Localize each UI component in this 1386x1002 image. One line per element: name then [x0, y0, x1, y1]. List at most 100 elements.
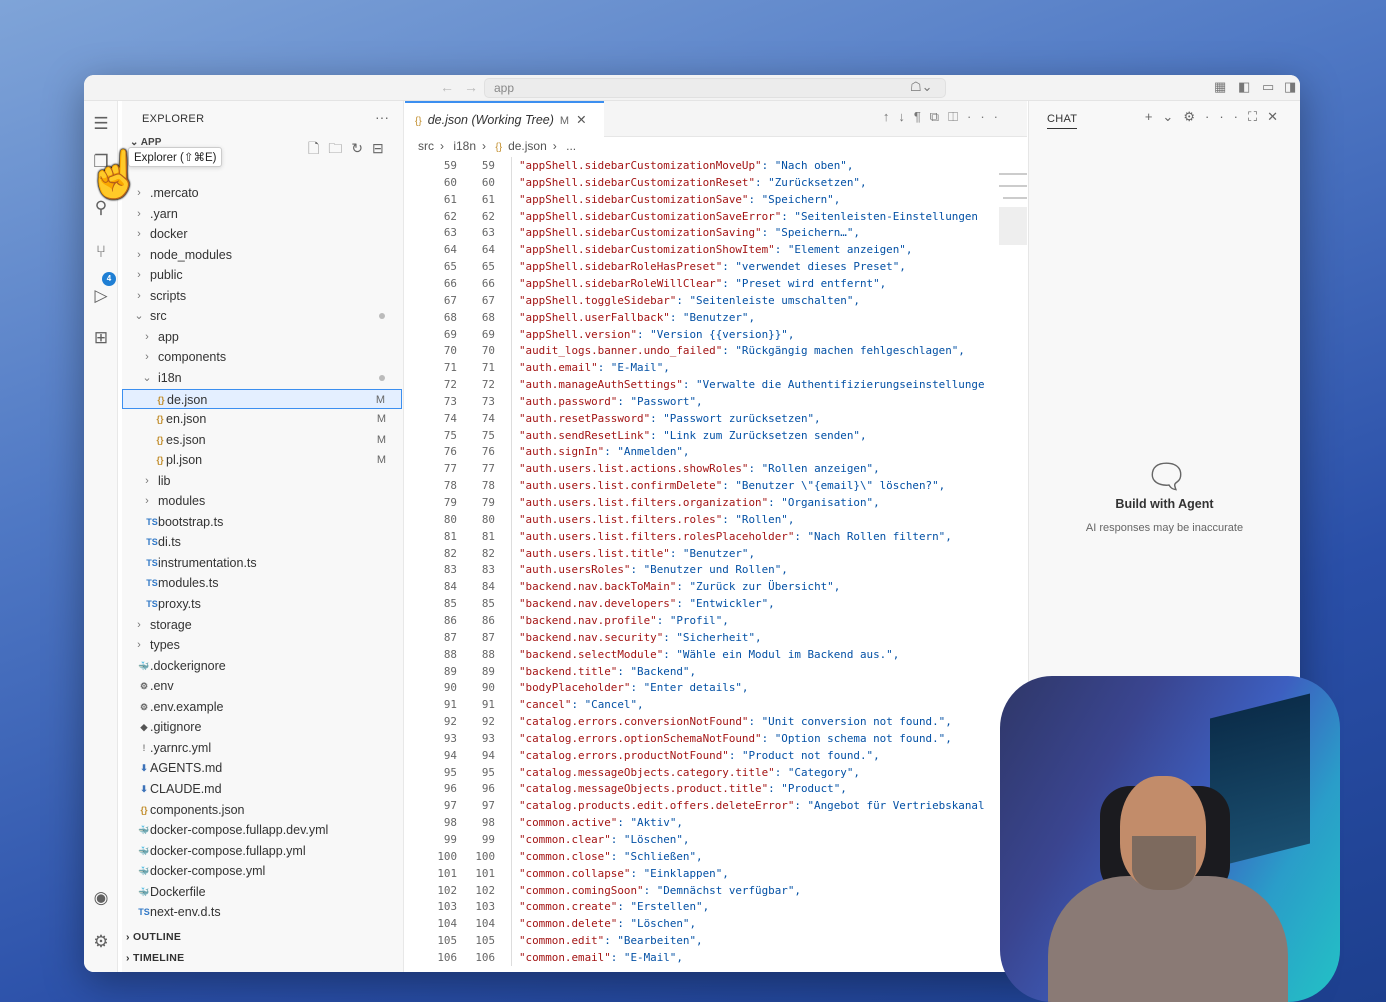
code-line[interactable]: 60 60 "appShell.sidebarCustomizationReset"…	[405, 173, 1025, 191]
tree-item-yarn[interactable]: › .yarn	[122, 204, 402, 224]
tree-item-en-json[interactable]: {} en.json M	[122, 409, 402, 429]
tree-item-i18n[interactable]: ⌄ i18n	[122, 368, 402, 388]
code-line[interactable]: 73 73 "auth.password": "Passwort",	[405, 392, 1025, 410]
code-line[interactable]: 80 80 "auth.users.list.filters.roles": "Ro…	[405, 510, 1025, 528]
code-line[interactable]: 82 82 "auth.users.list.title": "Benutzer",	[405, 544, 1025, 562]
toggle-sidebar-icon[interactable]: ◧	[1238, 79, 1250, 95]
toggle-whitespace-icon[interactable]: ¶	[914, 109, 930, 124]
code-line[interactable]: 86 86 "backend.nav.profile": "Profil",	[405, 611, 1025, 629]
code-line[interactable]: 102 102 "common.comingSoon": "Demnächst ve…	[405, 881, 1025, 899]
tree-item-gitignore[interactable]: ◆ .gitignore	[122, 717, 402, 737]
chat-more-icon[interactable]: ···	[1205, 109, 1248, 124]
toggle-secondary-sidebar-icon[interactable]: ◨	[1284, 79, 1296, 95]
tree-item-scripts[interactable]: › scripts	[122, 286, 402, 306]
code-line[interactable]: 88 88 "backend.selectModule": "Wähle ein M…	[405, 645, 1025, 663]
new-folder-icon[interactable]: 🗀	[328, 140, 351, 156]
code-line[interactable]: 97 97 "catalog.products.edit.offers.delete…	[405, 797, 1025, 815]
code-line[interactable]: 94 94 "catalog.errors.productNotFound": "P…	[405, 746, 1025, 764]
code-line[interactable]: 63 63 "appShell.sidebarCustomizationSaving…	[405, 224, 1025, 242]
code-line[interactable]: 78 78 "auth.users.list.confirmDelete": "Be…	[405, 477, 1025, 495]
tree-item-dockerignore[interactable]: 🐳 .dockerignore	[122, 656, 402, 676]
code-line[interactable]: 96 96 "catalog.messageObjects.product.titl…	[405, 780, 1025, 798]
run-debug-icon[interactable]: ▷	[90, 285, 112, 307]
tree-item-docker-compose-fullapp-yml[interactable]: 🐳 docker-compose.fullapp.yml	[122, 841, 402, 861]
breadcrumb-i18n[interactable]: i18n	[453, 139, 476, 153]
layout-customize-icon[interactable]: ▦	[1214, 79, 1226, 95]
tree-item-de-json[interactable]: {} de.json M	[122, 388, 402, 409]
tree-item-docker-compose-fullapp-dev-yml[interactable]: 🐳 docker-compose.fullapp.dev.yml	[122, 820, 402, 840]
code-line[interactable]: 92 92 "catalog.errors.conversionNotFound":…	[405, 713, 1025, 731]
code-line[interactable]: 83 83 "auth.usersRoles": "Benutzer und Rol…	[405, 561, 1025, 579]
tree-item-instrumentation-ts[interactable]: TS instrumentation.ts	[122, 553, 402, 573]
chat-tab[interactable]: CHAT	[1047, 113, 1078, 129]
tree-item-mercato[interactable]: › .mercato	[122, 183, 402, 203]
account-icon[interactable]: ◉	[90, 887, 112, 909]
code-line[interactable]: 85 85 "backend.nav.developers": "Entwickle…	[405, 595, 1025, 613]
tree-item-claude-md[interactable]: ⬇ CLAUDE.md	[122, 779, 402, 799]
tree-item-proxy-ts[interactable]: TS proxy.ts	[122, 594, 402, 614]
tree-item-types[interactable]: › types	[122, 635, 402, 655]
menu-icon[interactable]: ☰	[90, 113, 112, 135]
code-line[interactable]: 81 81 "auth.users.list.filters.rolesPlaceh…	[405, 527, 1025, 545]
tree-item-env[interactable]: ⚙ .env	[122, 676, 402, 696]
tab-de-json[interactable]: {} de.json (Working Tree) M ✕	[405, 101, 604, 137]
code-line[interactable]: 101 101 "common.collapse": "Einklappen",	[405, 864, 1025, 882]
nav-arrows[interactable]: ←→	[440, 79, 488, 95]
code-line[interactable]: 74 74 "auth.resetPassword": "Passwort zurü…	[405, 409, 1025, 427]
tree-item-modules-ts[interactable]: TS modules.ts	[122, 573, 402, 593]
outline-section[interactable]: › OUTLINE	[126, 931, 181, 943]
code-line[interactable]: 71 71 "auth.email": "E-Mail",	[405, 359, 1025, 377]
split-editor-icon[interactable]: ◫	[948, 109, 967, 124]
tree-item-next-env-d-ts[interactable]: TS next-env.d.ts	[122, 902, 402, 922]
editor-more-icon[interactable]: ···	[967, 109, 1007, 124]
tree-item-storage[interactable]: › storage	[122, 615, 402, 635]
settings-gear-icon[interactable]: ⚙	[90, 931, 112, 953]
tree-item-bootstrap-ts[interactable]: TS bootstrap.ts	[122, 512, 402, 532]
timeline-section[interactable]: › TIMELINE	[126, 952, 184, 964]
tree-item-lib[interactable]: › lib	[122, 471, 402, 491]
tree-item-docker[interactable]: › docker	[122, 224, 402, 244]
breadcrumb-file[interactable]: de.json	[508, 139, 547, 153]
code-line[interactable]: 64 64 "appShell.sidebarCustomizationShowIt…	[405, 241, 1025, 259]
breadcrumb[interactable]: src › i18n › {} de.json › ...	[418, 139, 582, 153]
code-line[interactable]: 62 62 "appShell.sidebarCustomizationSaveEr…	[405, 207, 1025, 225]
code-line[interactable]: 105 105 "common.edit": "Bearbeiten",	[405, 932, 1025, 950]
minimap-slider[interactable]	[999, 207, 1027, 245]
code-line[interactable]: 66 66 "appShell.sidebarRoleWillClear": "Pr…	[405, 274, 1025, 292]
command-center-search[interactable]: app	[484, 78, 946, 98]
next-change-icon[interactable]: ↓	[898, 109, 914, 124]
code-line[interactable]: 72 72 "auth.manageAuthSettings": "Verwalte…	[405, 376, 1025, 394]
refresh-icon[interactable]: ↻	[351, 140, 372, 156]
source-control-icon[interactable]: ⑂	[90, 241, 112, 263]
code-line[interactable]: 93 93 "catalog.errors.optionSchemaNotFound…	[405, 729, 1025, 747]
code-line[interactable]: 67 67 "appShell.toggleSidebar": "Seitenlei…	[405, 291, 1025, 309]
code-line[interactable]: 75 75 "auth.sendResetLink": "Link zum Zurü…	[405, 426, 1025, 444]
tree-item-src[interactable]: ⌄ src	[122, 306, 402, 326]
code-line[interactable]: 76 76 "auth.signIn": "Anmelden",	[405, 443, 1025, 461]
more-actions-icon[interactable]: ···	[375, 109, 389, 125]
minimap[interactable]	[999, 145, 1027, 345]
code-line[interactable]: 68 68 "appShell.userFallback": "Benutzer",	[405, 308, 1025, 326]
tree-item-docker-compose-yml[interactable]: 🐳 docker-compose.yml	[122, 861, 402, 881]
open-file-icon[interactable]: ⧉	[930, 109, 948, 124]
code-line[interactable]: 84 84 "backend.nav.backToMain": "Zurück zu…	[405, 578, 1025, 596]
code-line[interactable]: 79 79 "auth.users.list.filters.organizatio…	[405, 494, 1025, 511]
chat-settings-icon[interactable]: ⚙	[1183, 109, 1205, 124]
code-line[interactable]: 100 100 "common.close": "Schließen",	[405, 847, 1025, 865]
copilot-icon[interactable]: ☖⌄	[910, 79, 933, 95]
code-line[interactable]: 104 104 "common.delete": "Löschen",	[405, 915, 1025, 933]
code-line[interactable]: 103 103 "common.create": "Erstellen",	[405, 898, 1025, 916]
code-line[interactable]: 70 70 "audit_logs.banner.undo_failed": "Rü…	[405, 342, 1025, 360]
code-line[interactable]: 106 106 "common.email": "E-Mail",	[405, 948, 1025, 966]
tree-item-pl-json[interactable]: {} pl.json M	[122, 450, 402, 470]
toggle-panel-icon[interactable]: ▭	[1262, 79, 1274, 95]
tree-item-agents-md[interactable]: ⬇ AGENTS.md	[122, 758, 402, 778]
breadcrumb-src[interactable]: src	[418, 139, 434, 153]
tree-item-components[interactable]: › components	[122, 347, 402, 367]
back-arrow-icon[interactable]: ←	[440, 79, 464, 95]
code-line[interactable]: 87 87 "backend.nav.security": "Sicherheit"…	[405, 628, 1025, 646]
maximize-icon[interactable]: ⛶	[1248, 109, 1267, 124]
previous-change-icon[interactable]: ↑	[883, 109, 899, 124]
tree-item-modules[interactable]: › modules	[122, 491, 402, 511]
tree-item-env-example[interactable]: ⚙ .env.example	[122, 697, 402, 717]
